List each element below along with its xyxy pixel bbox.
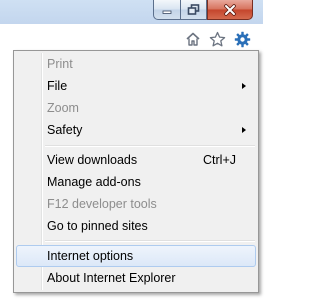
menu-item-file[interactable]: File <box>16 75 256 97</box>
menu-item-label: File <box>47 79 68 93</box>
menu-item-label: Go to pinned sites <box>47 219 148 233</box>
home-icon <box>186 32 200 46</box>
menu-separator <box>45 240 255 242</box>
menu-separator <box>45 145 255 147</box>
window-controls <box>153 0 253 20</box>
menu-item-zoom: Zoom <box>16 97 256 119</box>
menu-item-label: Manage add-ons <box>47 175 141 189</box>
maximize-icon <box>187 3 199 15</box>
menu-item-view-downloads[interactable]: View downloads Ctrl+J <box>16 149 256 171</box>
menu-item-f12-developer-tools: F12 developer tools <box>16 193 256 215</box>
minimize-icon <box>162 10 172 14</box>
menu-item-about-internet-explorer[interactable]: About Internet Explorer <box>16 267 256 289</box>
submenu-arrow-icon <box>242 83 246 89</box>
close-button[interactable] <box>207 0 253 20</box>
menu-item-label: Zoom <box>47 101 79 115</box>
menu-item-go-to-pinned-sites[interactable]: Go to pinned sites <box>16 215 256 237</box>
tools-gear-icon <box>234 31 250 47</box>
submenu-arrow-icon <box>242 127 246 133</box>
menu-item-label: Safety <box>47 123 83 137</box>
title-bar <box>0 0 263 24</box>
home-button[interactable] <box>184 30 202 48</box>
ie-window: Print File Zoom Safety View downloads Ct… <box>0 0 263 299</box>
favorites-button[interactable] <box>208 30 226 48</box>
menu-item-label: F12 developer tools <box>47 197 157 211</box>
menu-item-internet-options[interactable]: Internet options <box>16 245 256 267</box>
tools-button[interactable] <box>233 30 251 48</box>
minimize-button[interactable] <box>153 0 180 20</box>
menu-item-label: Internet options <box>47 249 134 263</box>
maximize-button[interactable] <box>180 0 207 20</box>
tools-menu: Print File Zoom Safety View downloads Ct… <box>13 50 259 293</box>
menu-item-shortcut: Ctrl+J <box>203 153 236 167</box>
menu-item-manage-add-ons[interactable]: Manage add-ons <box>16 171 256 193</box>
menu-item-print: Print <box>16 53 256 75</box>
menu-item-label: View downloads <box>47 153 138 167</box>
close-icon <box>224 3 236 16</box>
menu-item-label: About Internet Explorer <box>47 271 176 285</box>
menu-item-safety[interactable]: Safety <box>16 119 256 141</box>
menu-item-label: Print <box>47 57 73 71</box>
favorites-star-icon <box>209 31 225 46</box>
